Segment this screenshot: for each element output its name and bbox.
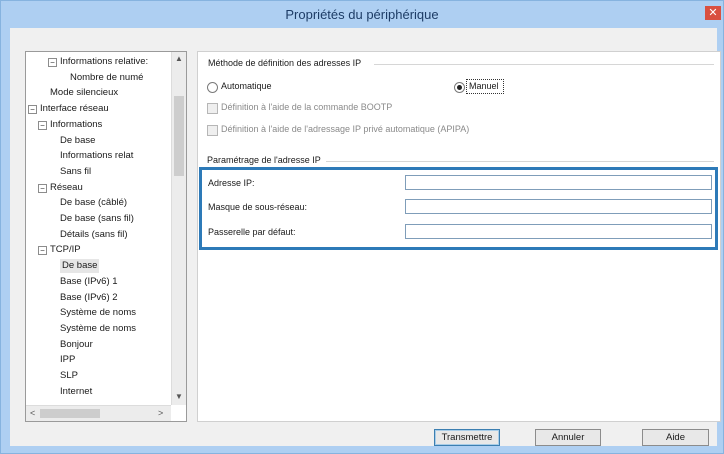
window-frame-bottom	[1, 446, 723, 453]
tree-item-label[interactable]: Détails (sans fil)	[60, 228, 128, 242]
tree-item-label[interactable]: Interface réseau	[40, 102, 109, 116]
ip-settings-group-line	[326, 161, 714, 162]
close-button[interactable]: ✕	[705, 6, 721, 20]
tree-item-label[interactable]: Informations relat	[60, 149, 133, 163]
method-group-title: Méthode de définition des adresses IP	[208, 58, 362, 68]
tree-item-label[interactable]: De base (sans fil)	[60, 212, 134, 226]
manual-radio-label[interactable]: Manuel	[469, 81, 499, 91]
tree-vertical-scrollbar[interactable]: ▲ ▼	[171, 52, 186, 405]
window-title: Propriétés du périphérique	[285, 7, 439, 22]
apipa-checkbox-label: Définition à l'aide de l'adressage IP pr…	[221, 124, 470, 134]
tree-collapse-icon[interactable]: −	[48, 58, 57, 67]
tree-item-label[interactable]: Internet	[60, 385, 92, 399]
bootp-checkbox[interactable]	[207, 103, 218, 114]
ip-settings-group-title: Paramétrage de l'adresse IP	[207, 155, 321, 165]
automatic-radio-label[interactable]: Automatique	[221, 81, 272, 91]
tree-item-label[interactable]: Informations	[50, 118, 102, 132]
tree-horizontal-scrollbar[interactable]: < >	[26, 405, 171, 421]
device-properties-window: Propriétés du périphérique ✕ − Informatio…	[0, 0, 724, 454]
tree-item-label[interactable]: Base (IPv6) 1	[60, 275, 118, 289]
tree-item-label[interactable]: TCP/IP	[50, 243, 81, 257]
tree-item-label[interactable]: De base (câblé)	[60, 196, 127, 210]
tree-collapse-icon[interactable]: −	[38, 120, 47, 130]
tree-item-label[interactable]: SLP	[60, 369, 78, 383]
automatic-radio[interactable]	[207, 82, 218, 93]
scroll-down-arrow-icon[interactable]: ▼	[175, 392, 183, 401]
bootp-checkbox-label: Définition à l'aide de la commande BOOTP	[221, 102, 393, 112]
tree-item-label[interactable]: Mode silencieux	[50, 86, 118, 100]
tree-item-label[interactable]: Bonjour	[60, 338, 93, 352]
scroll-left-arrow-icon[interactable]: <	[30, 408, 35, 418]
tree-item-label[interactable]: Système de noms	[60, 322, 136, 336]
subnet-mask-input[interactable]	[405, 199, 712, 214]
default-gateway-input[interactable]	[405, 224, 712, 239]
tree-item-label[interactable]: Informations relative:	[60, 55, 148, 69]
window-frame-left	[1, 28, 10, 446]
cancel-button[interactable]: Annuler	[535, 429, 601, 446]
default-gateway-label: Passerelle par défaut:	[208, 227, 296, 237]
ip-address-input[interactable]	[405, 175, 712, 190]
tree-item-label[interactable]: Sans fil	[60, 165, 91, 179]
tree-collapse-icon[interactable]: −	[38, 246, 47, 256]
apipa-checkbox[interactable]	[207, 125, 218, 136]
tree-collapse-icon[interactable]: −	[28, 105, 37, 115]
tree-collapse-icon[interactable]: −	[38, 183, 47, 193]
transmit-button[interactable]: Transmettre	[434, 429, 500, 446]
scroll-up-arrow-icon[interactable]: ▲	[175, 54, 183, 63]
subnet-mask-label: Masque de sous-réseau:	[208, 202, 308, 212]
tree-item-label[interactable]: Système de noms	[60, 306, 136, 320]
help-button[interactable]: Aide	[642, 429, 709, 446]
tree-item-label[interactable]: De base	[60, 134, 95, 148]
scroll-right-arrow-icon[interactable]: >	[158, 408, 163, 418]
horizontal-scroll-thumb[interactable]	[40, 409, 100, 418]
method-group-line	[374, 64, 714, 65]
manual-radio[interactable]	[454, 82, 465, 93]
tree-item-label[interactable]: Nombre de numé	[70, 71, 143, 85]
navigation-tree[interactable]: − Informations relative: Nombre de numé Mod…	[25, 51, 187, 422]
tree-item-label[interactable]: Réseau	[50, 181, 83, 195]
tree-item-label[interactable]: IPP	[60, 353, 75, 367]
tree-item-label[interactable]: Base (IPv6) 2	[60, 291, 118, 305]
ip-address-settings-highlight: Adresse IP: Masque de sous-réseau: Passe…	[199, 167, 718, 250]
close-icon: ✕	[708, 7, 718, 19]
ip-address-label: Adresse IP:	[208, 178, 255, 188]
title-bar[interactable]: Propriétés du périphérique ✕	[1, 1, 723, 28]
tree-item-label[interactable]: De base	[60, 259, 100, 274]
vertical-scroll-thumb[interactable]	[174, 96, 184, 176]
